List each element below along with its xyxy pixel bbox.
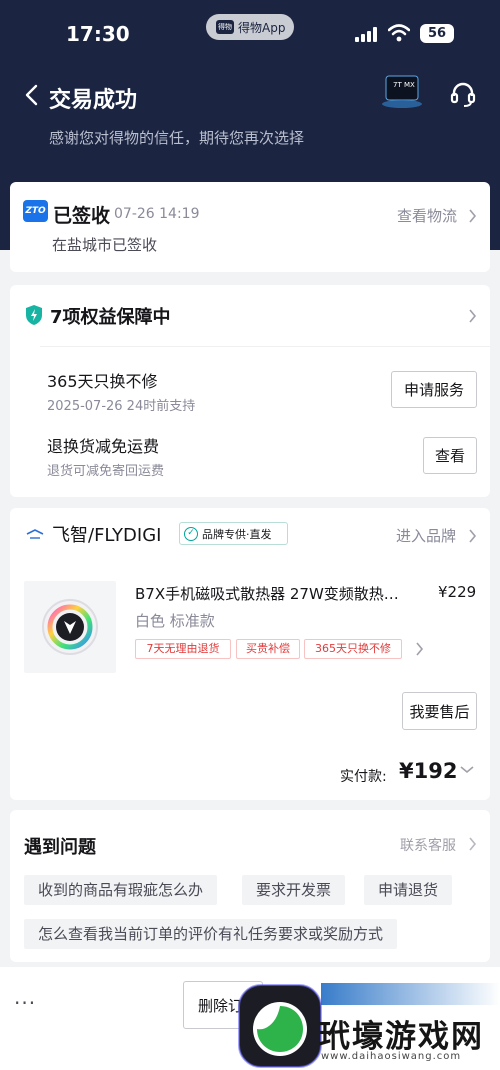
page-subtitle: 感谢您对得物的信任，期待您再次选择 [49, 129, 305, 147]
more-button[interactable]: ··· [14, 991, 36, 1015]
after-sale-button[interactable]: 我要售后 [402, 692, 477, 730]
faq-chip[interactable]: 申请退货 [364, 875, 453, 905]
faq-chip[interactable]: 收到的商品有瑕疵怎么办 [24, 875, 218, 905]
app-pill-label: 得物App [238, 20, 286, 35]
product-spec: 白色 标准款 [135, 612, 215, 630]
view-logistics-link[interactable]: 查看物流 [397, 205, 457, 226]
product-title[interactable]: B7X手机磁吸式散热器 27W变频散热… [135, 583, 415, 604]
chevron-right-icon [469, 529, 477, 543]
zto-logo: ZTO [23, 200, 48, 222]
chevron-right-icon [469, 837, 477, 851]
product-price: ¥229 [438, 583, 477, 601]
product-image[interactable] [24, 581, 116, 673]
status-time: 17:30 [66, 22, 130, 46]
rights-item-sub: 2025-07-26 24时前支持 [47, 399, 196, 414]
brand-logo-icon [26, 529, 44, 539]
thumbnail-label: 7T MX [393, 81, 415, 89]
logistics-card[interactable]: ZTO 已签收 07-26 14:19 查看物流 在盐城市已签收 [10, 182, 490, 272]
faq-chip[interactable]: 怎么查看我当前订单的评价有礼任务要求或奖励方式 [24, 919, 398, 949]
rights-item-title: 365天只换不修 [47, 372, 158, 391]
chevron-right-icon[interactable] [415, 642, 424, 656]
headset-icon[interactable] [449, 80, 477, 108]
watermark-logo-icon [238, 984, 322, 1068]
paid-amount: ¥192 [399, 759, 458, 783]
brand-badge: ✓ 品牌专供·直发 [179, 522, 288, 545]
logistics-time: 07-26 14:19 [114, 206, 200, 222]
view-button[interactable]: 查看 [423, 437, 477, 474]
order-card: 飞智/FLYDIGI ✓ 品牌专供·直发 进入品牌 B7X手机磁吸式散热器 27… [10, 508, 490, 800]
faq-chip[interactable]: 要求开发票 [242, 875, 346, 905]
rights-item-title: 退换货减免运费 [47, 437, 160, 456]
signal-icon [355, 27, 380, 42]
faq-title: 遇到问题 [24, 837, 96, 858]
chevron-right-icon[interactable] [468, 309, 477, 323]
shield-icon [26, 305, 42, 325]
watermark-url: www.daihaosiwang.com [321, 1051, 462, 1062]
page-title: 交易成功 [49, 88, 138, 113]
brand-badge-label: 品牌专供·直发 [202, 527, 272, 541]
check-icon: ✓ [184, 526, 198, 541]
contact-service-link[interactable]: 联系客服 [400, 835, 456, 855]
app-icon: 得物 [216, 20, 234, 34]
rights-title[interactable]: 7项权益保障中 [50, 303, 171, 329]
product-thumbnail[interactable]: 7T MX [380, 74, 424, 110]
watermark-banner [321, 983, 500, 1005]
service-tag: 7天无理由退货 [135, 639, 231, 659]
logistics-location: 在盐城市已签收 [52, 236, 158, 254]
brand-name[interactable]: 飞智/FLYDIGI [52, 521, 161, 547]
logistics-status: 已签收 [53, 205, 111, 227]
rights-item-sub: 退货可减免寄回运费 [47, 464, 165, 479]
paid-label: 实付款: [340, 769, 387, 785]
app-pill[interactable]: 得物 得物App [206, 14, 294, 40]
chevron-right-icon [469, 209, 477, 223]
chevron-down-icon[interactable] [460, 765, 474, 774]
faq-card: 遇到问题 联系客服 收到的商品有瑕疵怎么办 要求开发票 申请退货 怎么查看我当前… [10, 810, 490, 962]
enter-brand-link[interactable]: 进入品牌 [396, 525, 456, 546]
apply-service-button[interactable]: 申请服务 [391, 371, 477, 408]
divider [40, 346, 490, 347]
battery-icon: 56 [420, 24, 454, 43]
wifi-icon [388, 24, 410, 42]
status-bar: 17:30 得物 得物App 56 [0, 0, 500, 60]
service-tag: 买贵补偿 [236, 639, 300, 659]
watermark: 玳壕游戏网 www.daihaosiwang.com [237, 983, 500, 1070]
chevron-left-icon[interactable] [22, 83, 42, 107]
rights-card: 7项权益保障中 365天只换不修 2025-07-26 24时前支持 申请服务 … [10, 285, 490, 497]
watermark-text: 玳壕游戏网 [319, 1019, 484, 1055]
service-tag: 365天只换不修 [304, 639, 402, 659]
